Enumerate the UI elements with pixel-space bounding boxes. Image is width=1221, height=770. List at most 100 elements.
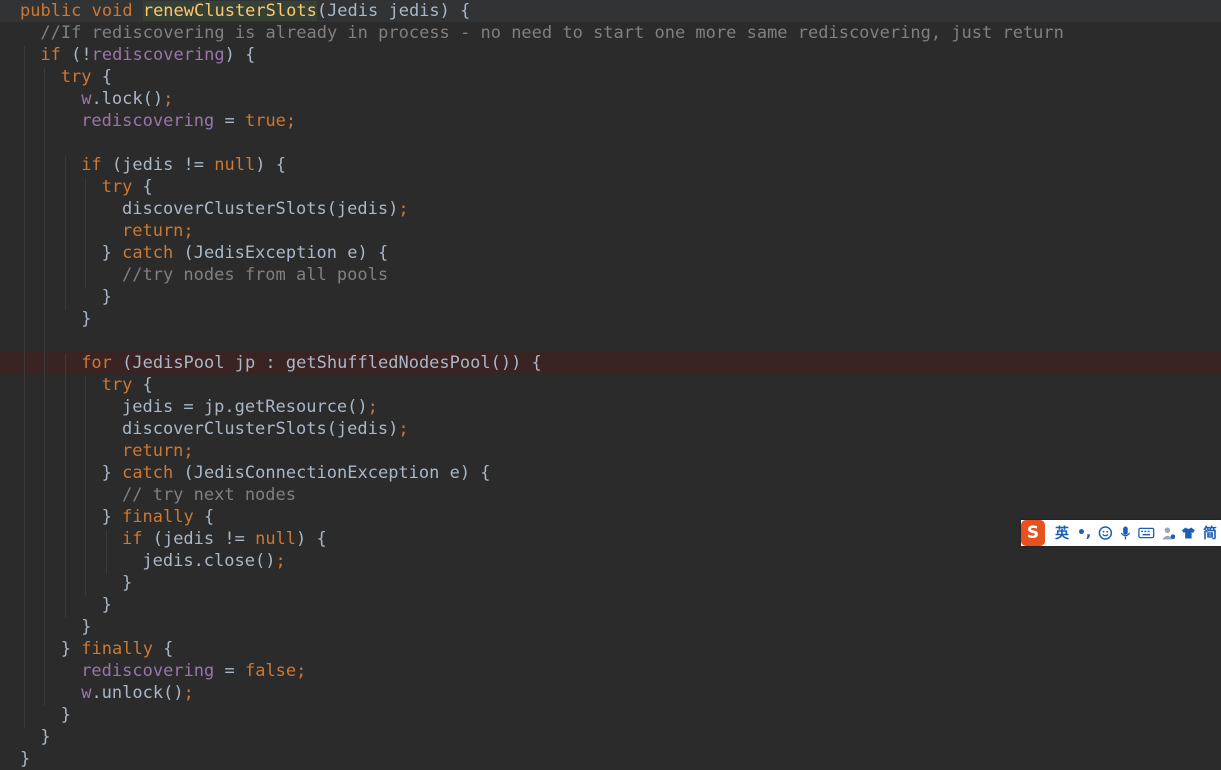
code-token: ) {: [255, 155, 286, 175]
code-token: discoverClusterSlots(jedis): [122, 199, 399, 219]
code-token: ) {: [224, 45, 256, 65]
code-line[interactable]: }: [0, 572, 1221, 594]
code-line[interactable]: try {: [0, 176, 1221, 198]
code-token: .unlock(): [91, 683, 184, 703]
indent-guide: [24, 46, 25, 728]
indent-guide: [64, 156, 66, 310]
indent-guide: [85, 376, 87, 596]
code-line[interactable]: }: [0, 594, 1221, 616]
code-token: =: [224, 661, 245, 681]
ime-punctuation-toggle[interactable]: •,: [1077, 525, 1091, 541]
code-token: if: [40, 45, 72, 65]
code-line[interactable]: }: [0, 748, 1221, 770]
microphone-icon[interactable]: [1119, 525, 1132, 541]
code-line[interactable]: return;: [0, 440, 1221, 462]
code-token: {: [163, 639, 174, 659]
code-line[interactable]: [0, 132, 1221, 154]
indent-guide: [85, 178, 87, 288]
code-token: renewClusterSlots: [142, 1, 317, 21]
code-token: jedis.close(): [142, 551, 276, 571]
code-token: }: [40, 727, 51, 747]
code-line[interactable]: jedis = jp.getResource();: [0, 396, 1221, 418]
code-token: (!: [71, 45, 92, 65]
code-token: }: [101, 595, 112, 615]
code-line[interactable]: } catch (JedisException e) {: [0, 242, 1221, 264]
code-token: }: [101, 243, 123, 263]
code-token: }: [101, 463, 123, 483]
code-token: rediscovering: [91, 45, 225, 65]
code-line[interactable]: if (!rediscovering) {: [0, 44, 1221, 66]
keyboard-icon[interactable]: [1138, 526, 1155, 540]
sogou-logo-icon[interactable]: S: [1021, 520, 1045, 546]
code-token: ;: [398, 419, 409, 439]
tshirt-icon[interactable]: [1181, 525, 1196, 541]
code-token: finally: [122, 507, 204, 527]
ime-simplified-toggle[interactable]: 简: [1203, 523, 1217, 543]
code-line[interactable]: // try next nodes: [0, 484, 1221, 506]
code-line[interactable]: //If rediscovering is already in process…: [0, 22, 1221, 44]
code-line[interactable]: }: [0, 616, 1221, 638]
code-line[interactable]: return;: [0, 220, 1221, 242]
code-line[interactable]: rediscovering = false;: [0, 660, 1221, 682]
code-line[interactable]: jedis.close();: [0, 550, 1221, 572]
code-token: for: [81, 353, 123, 373]
ime-mode-toggle[interactable]: 英: [1055, 523, 1069, 543]
code-line[interactable]: }: [0, 704, 1221, 726]
code-token: try: [101, 177, 143, 197]
code-token: catch: [122, 243, 184, 263]
smiley-icon[interactable]: [1098, 525, 1113, 541]
code-token: discoverClusterSlots(jedis): [122, 419, 399, 439]
code-line[interactable]: if (jedis != null) {: [0, 154, 1221, 176]
code-token: {: [203, 507, 215, 527]
code-line[interactable]: discoverClusterSlots(jedis);: [0, 418, 1221, 440]
code-token: }: [81, 309, 92, 329]
code-token: // try next nodes: [122, 485, 296, 505]
code-token: }: [60, 705, 72, 725]
code-token: w: [81, 683, 92, 703]
code-token: try: [60, 67, 102, 87]
code-line[interactable]: for (JedisPool jp : getShuffledNodesPool…: [0, 352, 1221, 374]
code-token: if: [81, 155, 112, 175]
code-line[interactable]: } finally {: [0, 638, 1221, 660]
code-line[interactable]: try {: [0, 66, 1221, 88]
code-token: ;: [183, 683, 194, 703]
code-token: if: [122, 529, 153, 549]
code-line[interactable]: }: [0, 286, 1221, 308]
user-icon[interactable]: [1161, 525, 1176, 541]
code-token: }: [101, 287, 112, 307]
code-token: rediscovering: [81, 111, 225, 131]
code-token: ;: [398, 199, 409, 219]
code-token: {: [142, 177, 153, 197]
code-token: {: [101, 67, 112, 87]
code-line[interactable]: public void renewClusterSlots(Jedis jedi…: [0, 0, 1221, 22]
ime-toolbar[interactable]: S 英 •, 简: [1021, 520, 1221, 546]
code-line[interactable]: } catch (JedisConnectionException e) {: [0, 462, 1221, 484]
code-token: ;: [163, 89, 174, 109]
code-token: {: [142, 375, 153, 395]
indent-guide: [105, 530, 107, 574]
code-line[interactable]: }: [0, 308, 1221, 330]
code-token: return;: [122, 441, 194, 461]
code-line[interactable]: [0, 330, 1221, 352]
code-token: (JedisPool jp : getShuffledNodesPool()) …: [122, 353, 542, 373]
indent-guide: [64, 354, 66, 618]
code-token: return;: [122, 221, 194, 241]
code-line[interactable]: w.unlock();: [0, 682, 1221, 704]
code-line[interactable]: rediscovering = true;: [0, 110, 1221, 132]
code-token: =: [224, 111, 245, 131]
indent-guide: [44, 68, 46, 706]
code-token: (Jedis jedis) {: [316, 1, 471, 21]
code-line[interactable]: w.lock();: [0, 88, 1221, 110]
code-token: (jedis !=: [111, 155, 215, 175]
code-line[interactable]: discoverClusterSlots(jedis);: [0, 198, 1221, 220]
code-token: w: [81, 89, 92, 109]
code-token: true;: [244, 111, 297, 131]
code-token: (JedisConnectionException e) {: [183, 463, 491, 483]
code-line[interactable]: try {: [0, 374, 1221, 396]
code-token: try: [101, 375, 143, 395]
code-editor[interactable]: public void renewClusterSlots(Jedis jedi…: [0, 0, 1221, 770]
code-token: public void: [20, 1, 143, 21]
code-line[interactable]: //try nodes from all pools: [0, 264, 1221, 286]
code-line[interactable]: }: [0, 726, 1221, 748]
code-token: finally: [81, 639, 164, 659]
